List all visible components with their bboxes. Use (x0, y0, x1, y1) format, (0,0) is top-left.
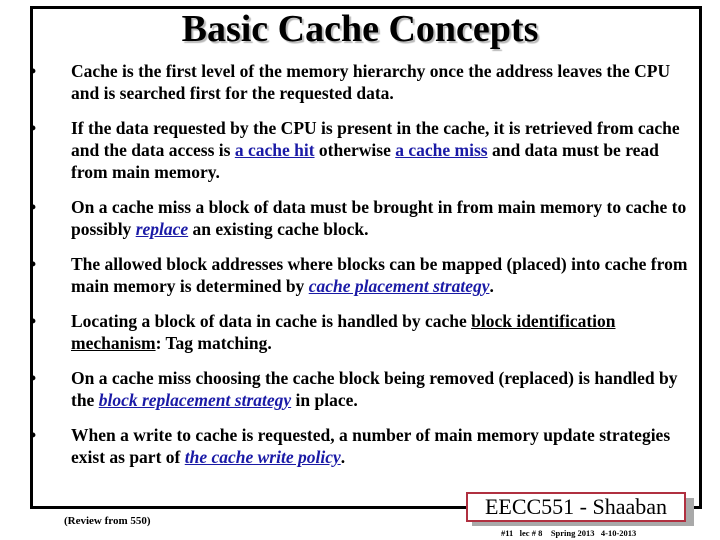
term-link[interactable]: cache placement strategy (309, 276, 490, 296)
bullet-text: an existing cache block. (188, 219, 369, 239)
bullet-spacer (27, 240, 697, 253)
bullet-spacer (27, 104, 697, 117)
bullet-item: • When a write to cache is requested, a n… (27, 424, 697, 468)
bullet-item: • Cache is the first level of the memory … (27, 60, 697, 104)
bullet-text: . (489, 276, 494, 296)
bullet-list: • Cache is the first level of the memory … (27, 60, 697, 468)
term-link[interactable]: a cache miss (395, 140, 487, 160)
bullet-text: : Tag matching. (155, 333, 272, 353)
term-link[interactable]: the cache write policy (185, 447, 341, 467)
bullet-icon: • (30, 197, 37, 217)
bullet-icon: • (30, 118, 37, 138)
bullet-spacer (27, 183, 697, 196)
bullet-icon: • (30, 425, 37, 445)
bullet-item: • Locating a block of data in cache is ha… (27, 310, 697, 354)
bullet-item: • On a cache miss a block of data must be… (27, 196, 697, 240)
bullet-text: . (340, 447, 346, 467)
bullet-item: • On a cache miss choosing the cache bloc… (27, 367, 697, 411)
bullet-icon: • (30, 61, 37, 81)
slide-title: Basic Cache Concepts (181, 8, 539, 50)
bullet-icon: • (30, 368, 37, 388)
term-link[interactable]: a cache hit (235, 140, 315, 160)
bullet-icon: • (30, 311, 37, 331)
term-link[interactable]: block replacement strategy (99, 390, 291, 410)
bullet-item: • If the data requested by the CPU is pre… (27, 117, 697, 183)
bullet-spacer (27, 411, 697, 424)
course-badge: EECC551 - Shaaban (466, 492, 686, 522)
bullet-spacer (27, 297, 697, 310)
term-link[interactable]: replace (136, 219, 188, 239)
bullet-text: When a write to cache is requested, a nu… (71, 425, 671, 467)
bullet-text: Cache is the first level of the memory h… (71, 61, 671, 103)
bullet-text: Locating a block of data in cache is han… (71, 311, 472, 331)
bullet-spacer (27, 354, 697, 367)
review-note: (Review from 550) (64, 515, 151, 527)
bullet-text: in place. (291, 390, 358, 410)
bullet-icon: • (30, 254, 37, 274)
bullet-item: • The allowed block addresses where block… (27, 253, 697, 297)
slide-info: #11 lec # 8 Spring 2013 4-10-2013 (501, 528, 637, 538)
bullet-text: otherwise (314, 140, 396, 160)
